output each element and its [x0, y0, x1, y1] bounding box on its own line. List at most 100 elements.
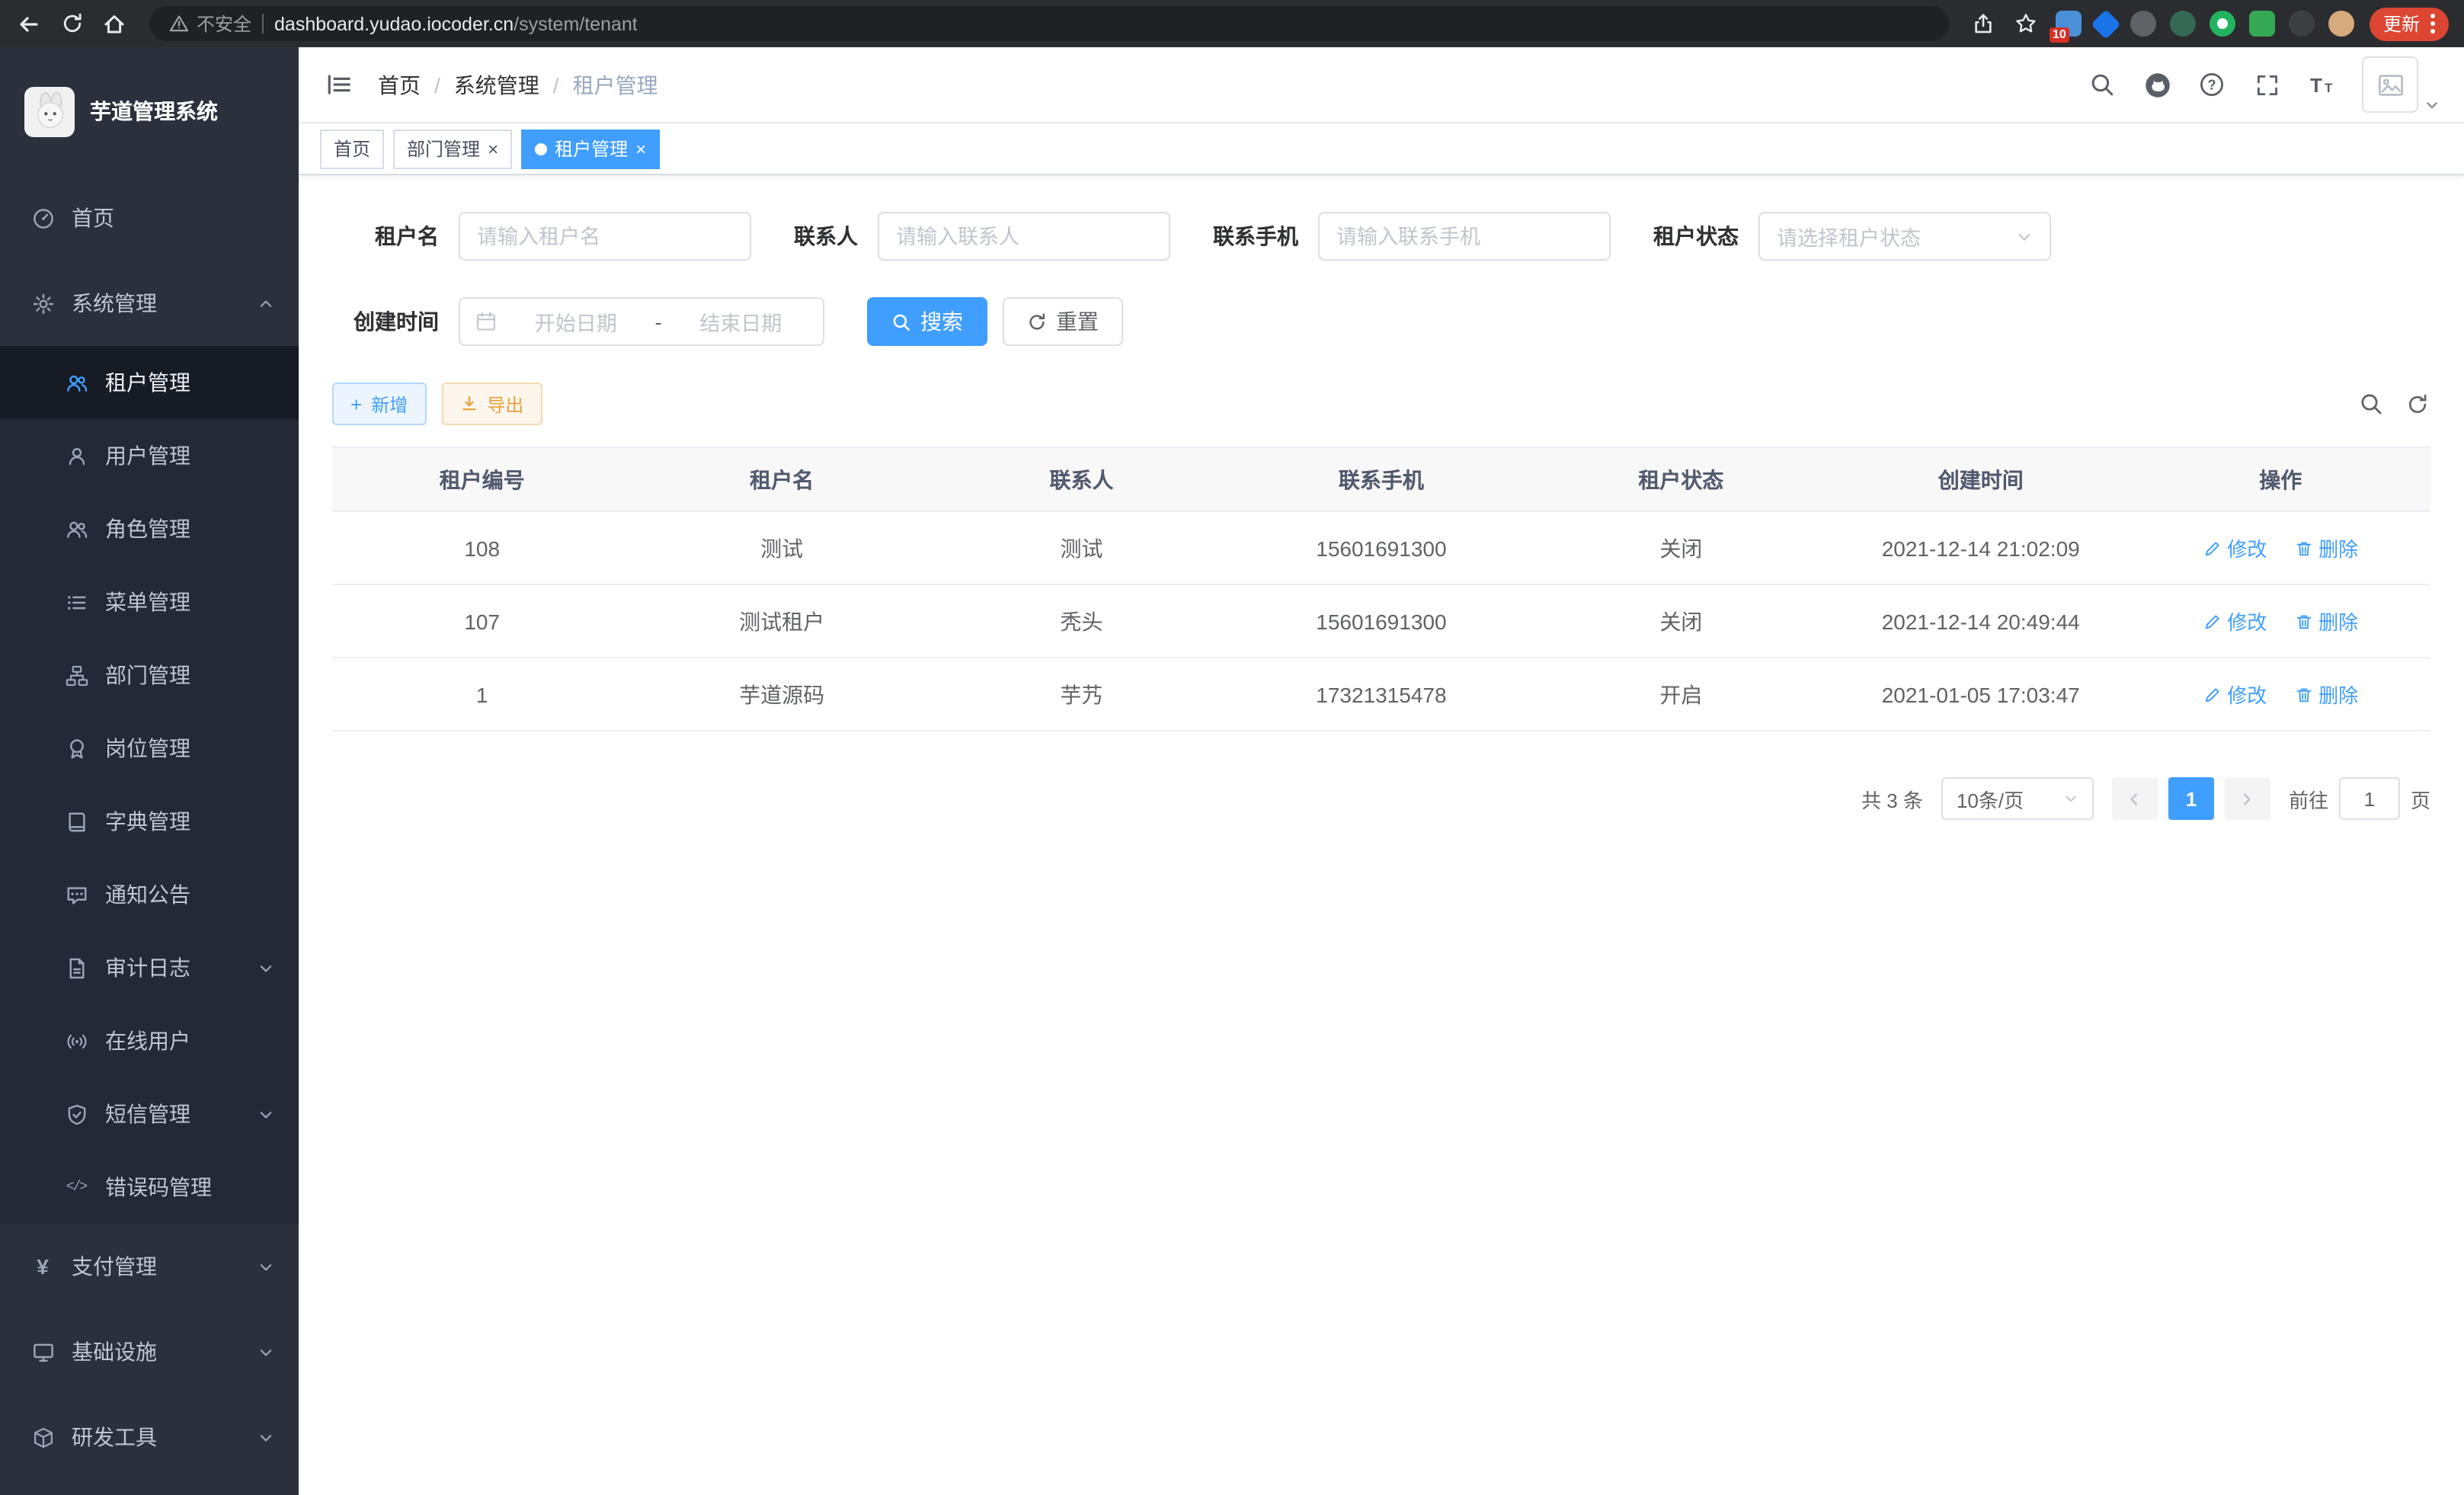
sidebar-item-tenant[interactable]: 租户管理: [0, 346, 299, 419]
goto-page-input[interactable]: [2339, 777, 2400, 820]
sidebar-item-pay[interactable]: ¥ 支付管理: [0, 1224, 299, 1309]
tab-home[interactable]: 首页: [320, 129, 384, 168]
github-icon[interactable]: [2142, 70, 2171, 99]
sidebar-item-role[interactable]: 角色管理: [0, 492, 299, 565]
edit-button[interactable]: 修改: [2203, 607, 2267, 635]
sidebar-item-online-user[interactable]: 在线用户: [0, 1004, 299, 1077]
create-time-label: 创建时间: [332, 306, 439, 337]
sidebar-item-system[interactable]: 系统管理: [0, 261, 299, 346]
export-button[interactable]: 导出: [441, 383, 542, 425]
page-size-select[interactable]: 10条/页: [1941, 777, 2094, 820]
plus-icon: +: [350, 394, 362, 414]
status-select[interactable]: 请选择租户状态: [1758, 212, 2051, 261]
search-button[interactable]: 搜索: [867, 297, 987, 346]
svg-text:T: T: [2324, 80, 2332, 94]
edit-button[interactable]: 修改: [2203, 533, 2267, 562]
extensions-cluster: 10: [2056, 11, 2354, 37]
sidebar-item-user[interactable]: 用户管理: [0, 419, 299, 492]
system-submenu: 租户管理 用户管理 角色管理: [0, 346, 299, 1224]
status-label: 租户状态: [1653, 221, 1739, 251]
sidebar-item-error-code[interactable]: </> 错误码管理: [0, 1151, 299, 1224]
extension-icon-blue[interactable]: [2091, 8, 2121, 39]
toggle-search-icon[interactable]: [2357, 391, 2383, 417]
tenant-name-input[interactable]: [477, 225, 733, 248]
extension-icon-green-square[interactable]: [2249, 11, 2275, 37]
status-placeholder: 请选择租户状态: [1777, 221, 1921, 251]
extension-icon-dark[interactable]: [2130, 11, 2156, 37]
phone-input[interactable]: [1336, 225, 1592, 248]
sidebar-item-label: 角色管理: [105, 514, 190, 544]
delete-button[interactable]: 删除: [2294, 533, 2358, 562]
help-icon[interactable]: ?: [2197, 70, 2226, 99]
trash-icon: [2294, 685, 2312, 703]
browser-menu-icon[interactable]: [2430, 14, 2435, 34]
sidebar-item-dev-tools[interactable]: 研发工具: [0, 1394, 299, 1480]
app-frame: 芋道管理系统 首页 系统管理: [0, 47, 2464, 1495]
bookmark-star-icon[interactable]: [2013, 10, 2040, 37]
cell-status: 开启: [1531, 658, 1831, 731]
reset-button[interactable]: 重置: [1003, 297, 1123, 346]
contact-label: 联系人: [794, 221, 858, 251]
delete-button[interactable]: 删除: [2294, 680, 2358, 709]
field-create-time: 创建时间 开始日期 - 结束日期: [332, 297, 824, 346]
breadcrumb-item-home[interactable]: 首页: [378, 69, 421, 100]
user-avatar-menu[interactable]: [2362, 56, 2440, 113]
pager: 1: [2112, 777, 2270, 820]
add-button-label: 新增: [371, 391, 408, 417]
sidebar-item-home[interactable]: 首页: [0, 175, 299, 261]
user-icon: [64, 443, 88, 468]
prev-page-button[interactable]: [2112, 777, 2158, 820]
home-icon[interactable]: [101, 10, 128, 37]
delete-button[interactable]: 删除: [2294, 607, 2358, 635]
sidebar-item-label: 基础设施: [72, 1337, 157, 1367]
extension-icon-puzzle[interactable]: [2289, 11, 2315, 37]
col-tenant-id: 租户编号: [332, 447, 632, 511]
extension-icon-green-circle[interactable]: [2210, 11, 2235, 37]
sidebar-item-infra[interactable]: 基础设施: [0, 1309, 299, 1394]
fullscreen-icon[interactable]: [2252, 70, 2281, 99]
extension-icon-green-dark[interactable]: [2170, 11, 2196, 37]
sidebar-logo[interactable]: 芋道管理系统: [0, 47, 299, 175]
active-dot: [535, 142, 547, 155]
sidebar-item-sms[interactable]: 短信管理: [0, 1077, 299, 1151]
close-icon[interactable]: ×: [635, 139, 646, 158]
sidebar-item-label: 字典管理: [105, 806, 190, 837]
share-icon[interactable]: [1970, 10, 1998, 37]
address-bar[interactable]: 不安全 dashboard.yudao.iocoder.cn/system/te…: [149, 6, 1949, 41]
avatar: [2362, 56, 2418, 113]
reload-icon[interactable]: [58, 10, 85, 37]
broadcast-icon: [64, 1029, 88, 1053]
tab-tenant-active[interactable]: 租户管理 ×: [521, 129, 660, 168]
trash-icon: [2294, 539, 2312, 557]
close-icon[interactable]: ×: [488, 139, 498, 158]
sidebar-item-audit-log[interactable]: 审计日志: [0, 931, 299, 1004]
sidebar-item-post[interactable]: 岗位管理: [0, 712, 299, 785]
add-button[interactable]: + 新增: [332, 383, 426, 425]
date-range-picker[interactable]: 开始日期 - 结束日期: [459, 297, 824, 346]
edit-button[interactable]: 修改: [2203, 680, 2267, 709]
browser-profile-avatar[interactable]: [2328, 11, 2354, 37]
refresh-icon[interactable]: [2405, 391, 2430, 417]
tab-dept[interactable]: 部门管理 ×: [393, 129, 512, 168]
breadcrumb-item-system[interactable]: 系统管理: [454, 69, 539, 100]
next-page-button[interactable]: [2225, 777, 2270, 820]
sidebar-item-notice[interactable]: 通知公告: [0, 858, 299, 931]
browser-update-button[interactable]: 更新: [2370, 7, 2449, 40]
filter-row-1: 租户名 联系人 联系手机 租户状态 请选择租户状态: [332, 212, 2430, 261]
table-header-row: 租户编号 租户名 联系人 联系手机 租户状态 创建时间 操作: [332, 447, 2430, 511]
sidebar-item-dept[interactable]: 部门管理: [0, 639, 299, 712]
sidebar-item-menu[interactable]: 菜单管理: [0, 565, 299, 639]
table-row: 108 测试 测试 15601691300 关闭 2021-12-14 21:0…: [332, 511, 2430, 584]
page-number-button[interactable]: 1: [2168, 777, 2214, 820]
back-icon[interactable]: [15, 10, 43, 37]
sidebar-collapse-icon[interactable]: [323, 69, 354, 100]
search-icon[interactable]: [2088, 70, 2117, 99]
font-size-icon[interactable]: TT: [2307, 70, 2336, 99]
trash-icon: [2294, 612, 2312, 630]
chevron-down-icon: [258, 1106, 274, 1122]
contact-input[interactable]: [896, 225, 1152, 248]
extension-icon-badged[interactable]: 10: [2056, 11, 2082, 37]
security-chip[interactable]: 不安全: [168, 11, 251, 37]
sidebar-item-dict[interactable]: 字典管理: [0, 785, 299, 858]
pagination-total: 共 3 条: [1861, 784, 1923, 813]
